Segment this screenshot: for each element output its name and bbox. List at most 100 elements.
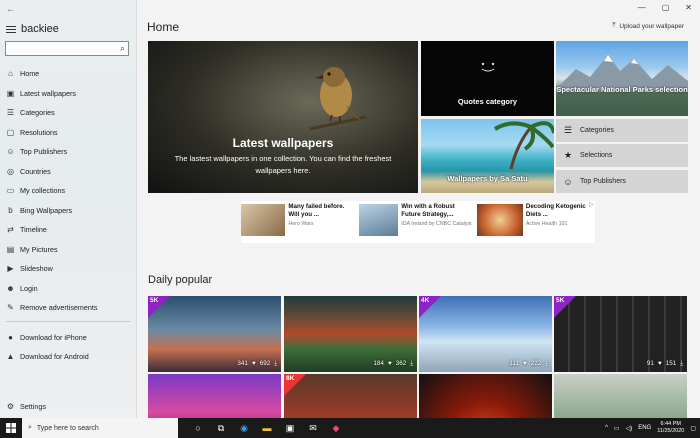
windows-start-icon[interactable] — [0, 418, 22, 438]
image-icon: ▣ — [6, 88, 15, 98]
sidebar-item-login[interactable]: ☻ Login — [0, 279, 137, 299]
ad-item[interactable]: Many failed before. Will you ... Hero War… — [241, 201, 359, 243]
wallpaper-tile[interactable]: 5K 91 ♥ 151 ⤓ — [554, 296, 687, 372]
download-icon: ⤓ — [680, 360, 683, 367]
volume-icon[interactable]: ◁) — [626, 425, 633, 432]
top-publishers-shortcut-button[interactable]: ☺ Top Publishers — [556, 170, 688, 193]
sidebar-item-resolutions[interactable]: ▢ Resolutions — [0, 123, 137, 143]
mail-icon[interactable]: ✉ — [307, 423, 319, 434]
notifications-icon[interactable]: ▢ — [690, 425, 696, 432]
wallpaper-tile[interactable]: 5K 341 ♥ 692 ⤓ — [148, 296, 281, 372]
bing-icon: b — [8, 205, 13, 215]
back-arrow-icon[interactable]: ← — [6, 4, 16, 15]
sidebar-item-timeline[interactable]: ⇄ Timeline — [0, 220, 137, 240]
sidebar-item-latest[interactable]: ▣ Latest wallpapers — [0, 84, 137, 104]
edge-icon[interactable]: ◉ — [238, 423, 250, 434]
window-controls: — ▢ ✕ — [638, 3, 692, 12]
timeline-icon: ⇄ — [7, 225, 14, 235]
download-icon: ⤓ — [545, 360, 548, 367]
store-icon[interactable]: ▣ — [284, 423, 296, 434]
palm-image — [493, 121, 554, 169]
task-view-icon[interactable]: ⧉ — [215, 423, 227, 434]
sidebar: ← backiee ⌕ ⌂ Home ▣ Latest wallpapers ☰ Ca… — [0, 0, 137, 418]
sidebar-item-top-publishers[interactable]: ☺ Top Publishers — [0, 142, 137, 162]
clock[interactable]: 6:44 PM 11/25/2020 — [657, 421, 684, 435]
login-icon: ☻ — [6, 283, 15, 293]
file-explorer-icon[interactable]: ▬ — [261, 423, 273, 433]
globe-icon: ◎ — [7, 166, 14, 176]
language-indicator[interactable]: ENG — [638, 425, 651, 431]
star-icon: ★ — [563, 150, 573, 160]
sidebar-item-categories[interactable]: ☰ Categories — [0, 103, 137, 123]
ad-choices-icon[interactable]: ▷ — [589, 201, 594, 208]
heart-icon: ♥ — [251, 360, 256, 367]
list-icon: ☰ — [563, 125, 573, 135]
ad-image — [359, 204, 399, 236]
search-icon[interactable]: ⌕ — [120, 43, 125, 54]
ad-image — [241, 204, 286, 236]
nav-divider — [6, 320, 131, 322]
bird-image — [309, 67, 367, 131]
daily-popular-heading: Daily popular — [148, 274, 213, 286]
heart-icon: ♥ — [387, 360, 392, 367]
backiee-app-icon[interactable]: ◆ — [330, 423, 342, 434]
ad-image — [477, 204, 523, 236]
resolution-icon: ▢ — [6, 127, 15, 137]
taskbar: ⌕ Type here to search ○ ⧉ ◉ ▬ ▣ ✉ ◆ ^ ▭ … — [0, 418, 700, 438]
sidebar-item-android[interactable]: ▲ Download for Android — [0, 347, 137, 367]
sidebar-item-my-pictures[interactable]: ▤ My Pictures — [0, 240, 137, 260]
quotes-category-tile[interactable]: Quotes category — [421, 41, 554, 116]
heart-icon: ♥ — [657, 360, 662, 367]
taskbar-search-input[interactable]: ⌕ Type here to search — [22, 418, 178, 438]
minimize-icon[interactable]: — — [638, 3, 646, 12]
app-title: backiee — [21, 23, 59, 35]
ad-item[interactable]: Decoding Ketogenic Diets ... Active Healt… — [477, 201, 595, 243]
hero-subtitle: The lastest wallpapers in one collection… — [174, 154, 392, 175]
page-title: Home — [147, 20, 180, 34]
parks-label: Spectacular National Parks selection — [556, 85, 688, 94]
gear-icon: ⚙ — [6, 402, 15, 412]
sidebar-item-remove-ads[interactable]: ✎ Remove advertisements — [0, 298, 137, 318]
sidebar-item-iphone[interactable]: ● Download for iPhone — [0, 328, 137, 348]
person-icon: ☺ — [563, 176, 573, 187]
search-icon: ⌕ — [28, 424, 32, 431]
nav-bottom: ⚙ Settings — [0, 397, 137, 417]
sidebar-item-slideshow[interactable]: ▶ Slideshow — [0, 259, 137, 279]
download-icon: ⤓ — [410, 360, 413, 367]
categories-shortcut-button[interactable]: ☰ Categories — [556, 119, 688, 142]
maximize-icon[interactable]: ▢ — [662, 3, 670, 12]
wallpaper-tile[interactable]: 184 ♥ 362 ⤓ — [284, 296, 417, 372]
quotes-label: Quotes category — [457, 97, 518, 106]
close-icon[interactable]: ✕ — [685, 3, 692, 12]
pictures-icon: ▤ — [6, 244, 15, 254]
ad-item[interactable]: Win with a Robust Future Strategy,... IDA… — [359, 201, 477, 243]
sidebar-item-home[interactable]: ⌂ Home — [0, 64, 137, 84]
network-icon[interactable]: ▭ — [614, 425, 620, 432]
tile-stats: 184 ♥ 362 ⤓ — [373, 360, 413, 367]
wallpaper-tile[interactable]: 4K 111 ♥ 222 ⤓ — [419, 296, 552, 372]
sidebar-item-settings[interactable]: ⚙ Settings — [0, 397, 137, 417]
remove-ads-icon: ✎ — [7, 303, 14, 313]
hamburger-menu-icon[interactable] — [6, 26, 16, 35]
sidebar-item-countries[interactable]: ◎ Countries — [0, 162, 137, 182]
resolution-badge: 4K — [419, 296, 441, 318]
resolution-badge: 5K — [554, 296, 576, 318]
upload-wallpaper-button[interactable]: ⤒ Upload your wallpaper — [612, 22, 684, 30]
sa-satu-tile[interactable]: Wallpapers by Sa Satu — [421, 119, 554, 193]
selections-shortcut-button[interactable]: ★ Selections — [556, 144, 688, 167]
national-parks-tile[interactable]: Spectacular National Parks selection — [556, 41, 688, 116]
home-icon: ⌂ — [8, 69, 13, 79]
sidebar-item-collections[interactable]: ▭ My collections — [0, 181, 137, 201]
cortana-icon[interactable]: ○ — [192, 423, 204, 433]
chevron-up-icon[interactable]: ^ — [605, 425, 608, 431]
sidebar-item-bing[interactable]: b Bing Wallpapers — [0, 201, 137, 221]
search-input[interactable]: ⌕ — [5, 41, 129, 56]
nav-list: ⌂ Home ▣ Latest wallpapers ☰ Categories ▢ Re… — [0, 64, 137, 367]
folder-icon: ▭ — [6, 186, 15, 196]
slideshow-icon: ▶ — [7, 264, 14, 274]
list-icon: ☰ — [6, 108, 15, 118]
resolution-badge: 5K — [148, 296, 170, 318]
advertisement-banner[interactable]: Many failed before. Will you ... Hero War… — [241, 201, 595, 243]
latest-wallpapers-tile[interactable]: Latest wallpapers The lastest wallpapers… — [148, 41, 418, 193]
tile-stats: 91 ♥ 151 ⤓ — [646, 360, 683, 367]
